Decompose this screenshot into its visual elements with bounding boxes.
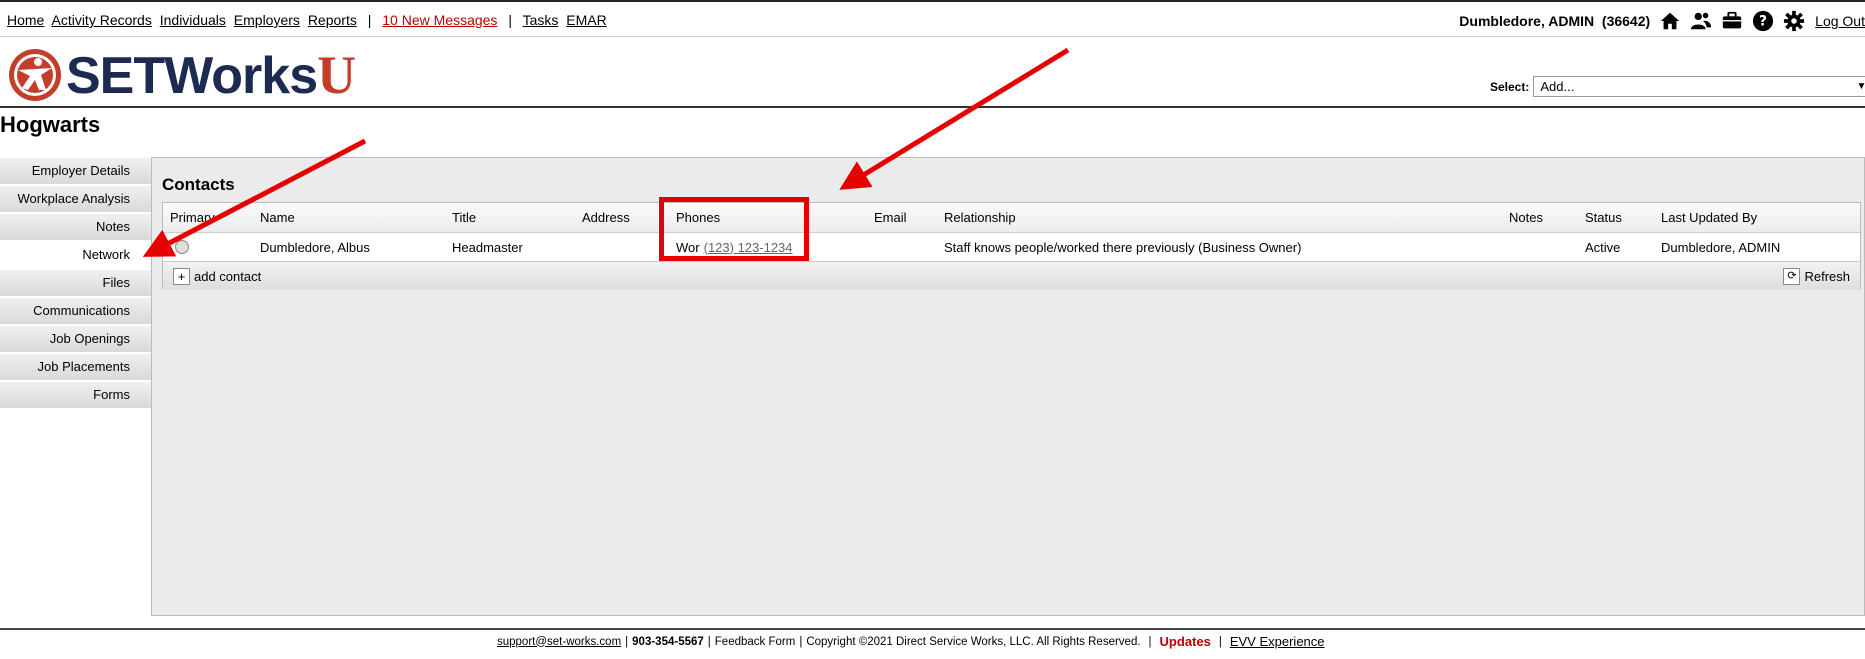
- footer-separator: |: [1148, 635, 1152, 648]
- annotation-arrows: [142, 47, 1070, 257]
- evv-experience-link[interactable]: EVV Experience: [1230, 634, 1325, 649]
- footer-separator: |: [625, 635, 629, 648]
- footer-separator: |: [799, 635, 803, 648]
- footer: support@set-works.com | 903-354-5567 | F…: [0, 628, 1865, 659]
- support-phone: 903-354-5567: [632, 635, 704, 648]
- arrow-to-phones: [839, 47, 1070, 190]
- arrow-to-network: [142, 138, 367, 257]
- footer-separator: |: [707, 635, 711, 648]
- feedback-form-link[interactable]: Feedback Form: [715, 636, 796, 648]
- footer-separator: |: [1218, 635, 1222, 648]
- footer-links: support@set-works.com | 903-354-5567 | F…: [497, 634, 1325, 649]
- updates-link[interactable]: Updates: [1160, 634, 1211, 649]
- copyright-text: Copyright ©2021 Direct Service Works, LL…: [806, 635, 1141, 648]
- support-email-link[interactable]: support@set-works.com: [497, 636, 621, 648]
